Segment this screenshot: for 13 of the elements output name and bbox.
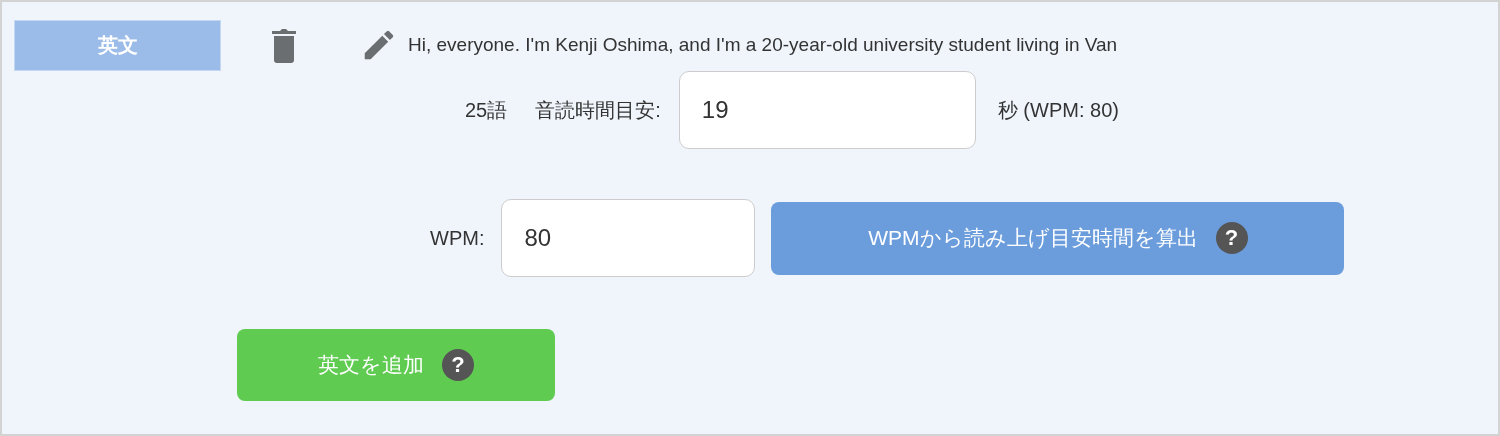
time-input[interactable]: 19 [678,71,976,149]
delete-icon[interactable] [271,27,297,63]
sentence-text: Hi, everyone. I'm Kenji Oshima, and I'm a 20-year-old university student living in Van [408,34,1118,56]
help-icon[interactable]: ? [1215,222,1248,254]
add-sentence-button[interactable]: 英文を追加 ? [237,329,555,401]
calculate-button[interactable]: WPMから読み上げ目安時間を算出 ? [771,201,1345,275]
language-tag: 英文 [14,19,221,71]
word-count: 25語 [465,97,508,123]
time-label: 音読時間目安: [535,97,661,123]
wpm-label: WPM: [430,226,485,250]
help-icon[interactable]: ? [442,349,474,381]
wpm-input[interactable]: 80 [501,199,756,277]
time-unit: 秒 (WPM: 80) [997,97,1119,123]
